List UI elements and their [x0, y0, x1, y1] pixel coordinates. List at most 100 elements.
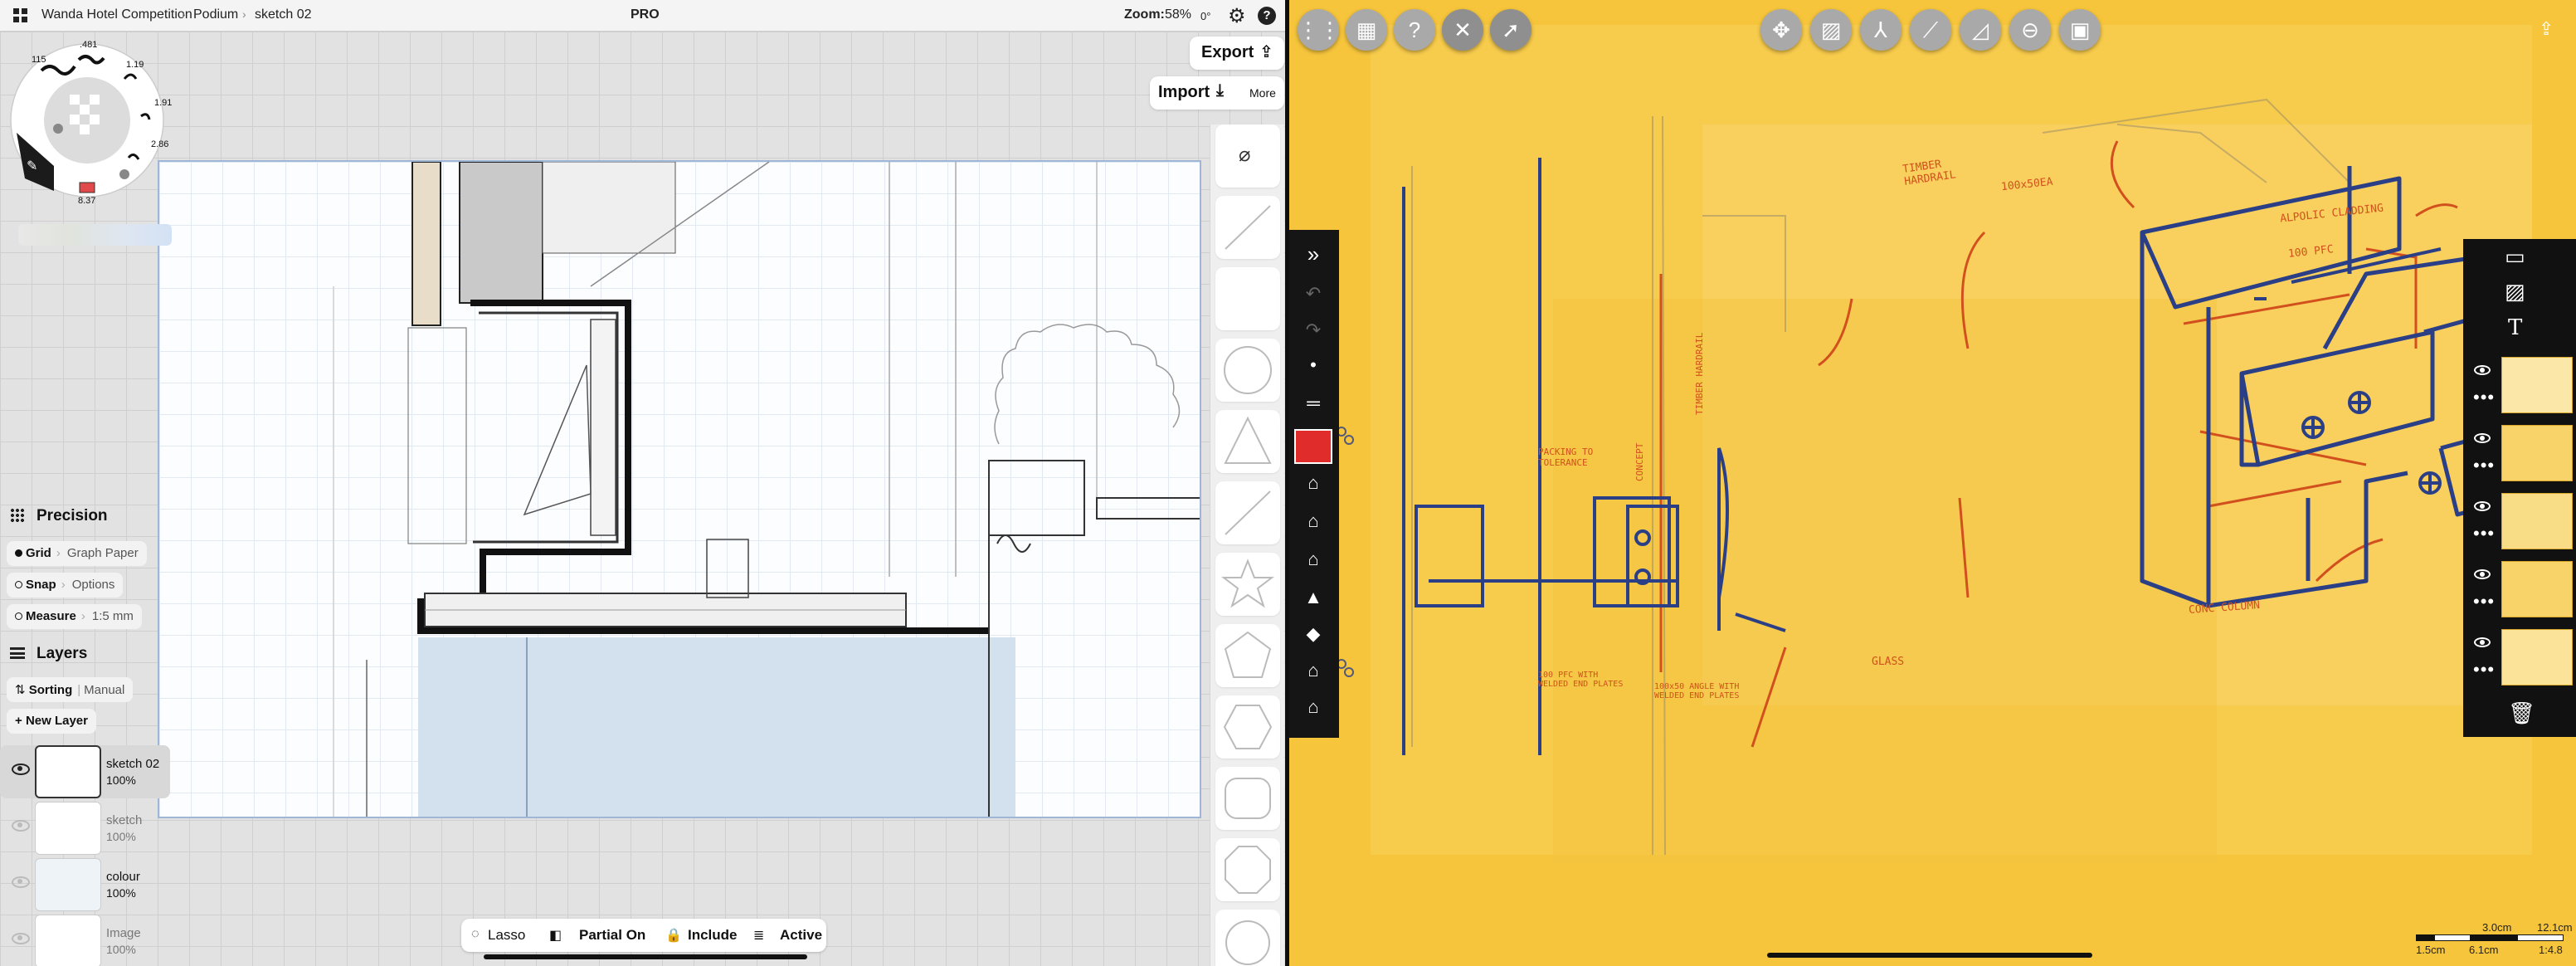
circle-tool[interactable] — [1215, 339, 1280, 402]
rounded-rect-tool[interactable] — [1215, 767, 1280, 830]
drawing-paper[interactable] — [158, 160, 1201, 818]
breadcrumb-drawing[interactable]: sketch 02 — [255, 7, 311, 22]
split-view-divider[interactable] — [1285, 0, 1289, 966]
more-dots-icon[interactable]: ••• — [2473, 593, 2495, 611]
eye-icon[interactable] — [2474, 501, 2491, 511]
star-tool[interactable] — [1215, 553, 1280, 616]
text-icon[interactable]: T — [2508, 315, 2522, 340]
layer-item[interactable]: colour 100% — [0, 858, 170, 911]
line-tool[interactable] — [1215, 196, 1280, 259]
dot-size-icon[interactable]: • — [1298, 354, 1329, 376]
eye-icon[interactable] — [12, 820, 30, 832]
octagon-tool[interactable] — [1215, 838, 1280, 901]
pentagon-icon — [1224, 631, 1272, 678]
layer-item[interactable]: Image 100% — [0, 915, 170, 966]
more-dots-icon[interactable]: ••• — [2473, 456, 2495, 475]
angle-guide-button[interactable]: ◿ — [1960, 9, 2001, 51]
opacity-icon[interactable]: ═ — [1298, 393, 1329, 414]
more-dots-icon[interactable]: ••• — [2473, 388, 2495, 407]
active-button[interactable]: Active — [780, 927, 822, 944]
trash-icon[interactable]: 🗑 — [2508, 700, 2535, 726]
apps-grid-icon[interactable] — [13, 8, 28, 23]
breadcrumb-project[interactable]: Wanda Hotel Competition — [41, 7, 192, 22]
rotation-value[interactable]: 0° — [1200, 10, 1210, 22]
measure-radio[interactable] — [15, 612, 22, 620]
layer-item[interactable]: sketch 02 100% — [0, 745, 170, 798]
hexagon-tool[interactable] — [1215, 695, 1280, 759]
grid-dots-button[interactable]: ⋮⋮ — [1298, 9, 1341, 51]
color-swatch[interactable] — [1294, 429, 1332, 464]
more-dots-icon[interactable]: ••• — [2473, 661, 2495, 679]
partial-button[interactable]: Partial On — [579, 927, 645, 944]
eye-icon[interactable] — [2474, 569, 2491, 579]
eraser-icon[interactable]: ◆ — [1298, 623, 1329, 645]
undo-icon[interactable]: ↶ — [1298, 283, 1329, 305]
triangle-tool[interactable] — [1215, 410, 1280, 473]
include-button[interactable]: Include — [688, 927, 738, 944]
zoom-value[interactable]: 58% — [1165, 7, 1191, 22]
sorting-option[interactable]: ⇅ Sorting | Manual — [7, 677, 134, 702]
export-button[interactable]: Export ⇪ — [1190, 37, 1284, 70]
breadcrumb-folder[interactable]: Podium — [193, 7, 238, 22]
import-button[interactable]: Import ⤓ More — [1150, 76, 1284, 110]
line-tool-2[interactable] — [1215, 481, 1280, 544]
brush-icon[interactable]: ▲ — [1298, 587, 1329, 608]
blank-tool[interactable] — [1215, 267, 1280, 330]
snap-option[interactable]: Snap › Options — [7, 573, 124, 598]
sketch-label: 100 PFC WITH WELDED END PLATES — [1538, 671, 1624, 689]
paperclip-tool[interactable]: ⌀ — [1215, 124, 1280, 188]
more-dots-icon[interactable]: ••• — [2473, 524, 2495, 543]
perspective-button[interactable]: ⅄ — [1860, 9, 1902, 51]
gear-icon[interactable]: ⚙ — [1228, 4, 1246, 28]
home-indicator[interactable] — [484, 954, 807, 959]
redo-icon[interactable]: ↷ — [1298, 320, 1329, 341]
marker-icon[interactable]: ⌂ — [1298, 549, 1329, 570]
gallery-button[interactable]: ▦ — [1346, 9, 1387, 51]
layer-thumbnail[interactable] — [2501, 493, 2573, 549]
help-icon[interactable]: ? — [1258, 7, 1276, 25]
eye-icon[interactable] — [12, 876, 30, 888]
sketch-canvas[interactable] — [1288, 0, 2576, 966]
airbrush-icon[interactable]: ⌂ — [1298, 696, 1329, 718]
eye-icon[interactable] — [12, 764, 30, 775]
share-icon[interactable]: ⇪ — [2539, 18, 2554, 40]
brush-wheel[interactable]: ✎ .481 1.19 1.91 2.86 8.37 115 — [8, 33, 174, 207]
layer-thumbnail[interactable] — [2501, 561, 2573, 617]
layer-thumbnail[interactable] — [2501, 629, 2573, 685]
eye-icon[interactable] — [2474, 433, 2491, 443]
help-button[interactable]: ? — [1394, 9, 1435, 51]
home-indicator[interactable] — [1767, 953, 2092, 958]
grid-option[interactable]: Grid › Graph Paper — [7, 541, 147, 566]
layer-item[interactable]: sketch 100% — [0, 802, 170, 855]
settings-button[interactable]: ✕ — [1442, 9, 1483, 51]
layer-thumbnail[interactable] — [2501, 357, 2573, 413]
new-layer-button[interactable]: + New Layer — [7, 709, 96, 734]
eye-icon[interactable] — [12, 933, 30, 944]
lasso-button[interactable]: Lasso — [488, 927, 525, 944]
measure-option[interactable]: Measure › 1:5 mm — [7, 604, 142, 629]
layer-thumbnail[interactable] — [2501, 425, 2573, 481]
pen-icon[interactable]: ⌂ — [1298, 472, 1329, 494]
line-guide-button[interactable]: ⟋ — [1910, 9, 1951, 51]
fine-pen-icon[interactable]: ⌂ — [1298, 660, 1329, 681]
extra-shape-tool[interactable] — [1215, 910, 1280, 966]
eye-icon[interactable] — [2474, 365, 2491, 375]
image-import-icon[interactable]: ▨ — [2505, 279, 2525, 305]
hatch-tool-button[interactable]: ▨ — [1810, 9, 1852, 51]
navigation-button[interactable]: ➚ — [1490, 9, 1531, 51]
new-layer-icon[interactable]: ▭ — [2505, 244, 2525, 270]
eye-icon[interactable] — [2474, 637, 2491, 647]
pencil-icon[interactable]: ⌂ — [1298, 510, 1329, 532]
more-button[interactable]: More — [1249, 86, 1276, 100]
image-guide-button[interactable]: ▣ — [2059, 9, 2101, 51]
zoom-label: Zoom: — [1124, 7, 1165, 22]
pentagon-tool[interactable] — [1215, 624, 1280, 687]
layers-icon[interactable] — [10, 647, 25, 659]
precision-grid-icon[interactable] — [10, 508, 25, 523]
collapse-icon[interactable]: » — [1298, 242, 1329, 267]
move-tool-button[interactable]: ✥ — [1760, 9, 1802, 51]
measure-button[interactable]: ⊖ — [2009, 9, 2051, 51]
grid-radio[interactable] — [15, 549, 22, 557]
snap-radio[interactable] — [15, 581, 22, 588]
color-swatches[interactable] — [18, 224, 172, 246]
